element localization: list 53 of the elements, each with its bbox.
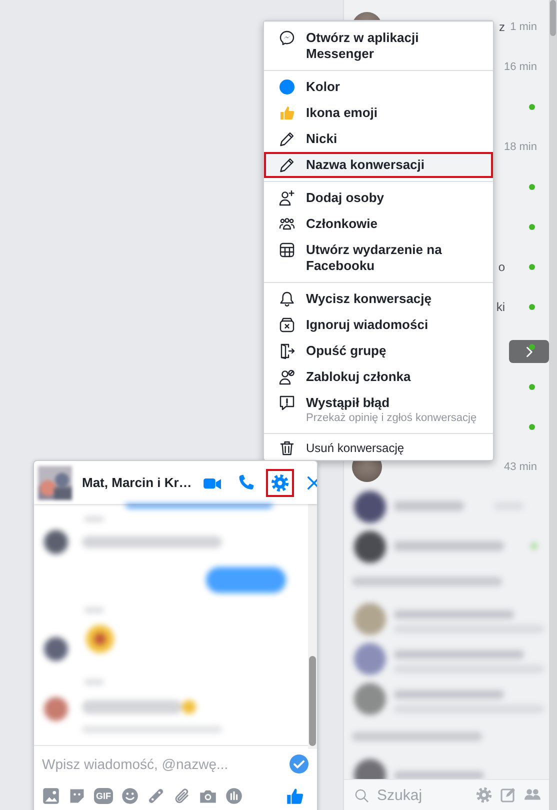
menu-item[interactable]: Nazwa konwersacji: [264, 152, 493, 178]
image-icon[interactable]: [42, 787, 60, 805]
settings-button[interactable]: [266, 468, 294, 496]
settings-icon: [270, 474, 289, 492]
timestamp: 18 min: [504, 141, 537, 153]
scrollbar[interactable]: [308, 504, 317, 749]
menu-item[interactable]: Nicki: [264, 126, 493, 152]
person-block-icon: [279, 369, 295, 385]
x-box-icon: [279, 317, 295, 333]
menu-item[interactable]: Zablokuj członka: [264, 364, 493, 390]
contact-name: o: [498, 260, 505, 274]
menu-item[interactable]: Członkowie: [264, 211, 493, 237]
thumbs-up-icon: [279, 105, 295, 121]
phone-icon: [236, 474, 255, 492]
chat-title[interactable]: Mat, Marcin i Kr…: [82, 475, 192, 490]
timestamp: 1 min: [510, 21, 537, 33]
exit-door-icon: [279, 343, 295, 359]
menu-item[interactable]: Ikona emoji: [264, 100, 493, 126]
timestamp: 43 min: [504, 461, 537, 473]
pencil-icon: [279, 131, 295, 147]
menu-item-description: Przekaż opinię i zgłoś konwersację: [306, 411, 478, 425]
next-button[interactable]: [509, 340, 549, 363]
chat-bubble-icon: [279, 30, 295, 46]
menu-item[interactable]: Dodaj osoby: [264, 185, 493, 211]
trash-icon: [279, 440, 295, 456]
menu-item[interactable]: Opuść grupę: [264, 338, 493, 364]
menu-item[interactable]: Wycisz konwersację: [264, 286, 493, 312]
contact-name: ki: [496, 300, 505, 314]
contact-name: z: [499, 20, 505, 34]
paperclip-icon[interactable]: [173, 787, 191, 805]
menu-item[interactable]: Ignoruj wiadomości: [264, 312, 493, 338]
add-person-icon: [279, 190, 295, 206]
sticker-icon[interactable]: [68, 787, 86, 805]
bell-icon: [279, 291, 295, 307]
compose-icon[interactable]: [500, 787, 516, 803]
check-icon[interactable]: [289, 754, 309, 774]
menu-item[interactable]: Otwórz w aplikacji Messenger: [264, 25, 493, 67]
report-icon: [279, 395, 295, 411]
color-dot-icon: [279, 79, 295, 95]
poll-icon[interactable]: [225, 787, 243, 805]
pencil-icon: [279, 157, 295, 173]
timestamp: 16 min: [504, 61, 537, 73]
search-icon: [354, 788, 369, 802]
calendar-icon: [279, 242, 295, 258]
menu-item[interactable]: Wystąpił błąd Przekaż opinię i zgłoś konwersację: [264, 390, 493, 430]
thumbs-up-icon: [286, 787, 304, 805]
emoji-icon[interactable]: [121, 787, 139, 805]
menu-item[interactable]: Utwórz wydarzenie na Facebooku: [264, 237, 493, 279]
scrollbar[interactable]: [549, 0, 557, 810]
settings-icon[interactable]: [476, 787, 492, 803]
menu-item[interactable]: Kolor: [264, 74, 493, 100]
people-icon: [279, 216, 295, 232]
menu-item[interactable]: Usuń konwersację: [264, 436, 493, 460]
